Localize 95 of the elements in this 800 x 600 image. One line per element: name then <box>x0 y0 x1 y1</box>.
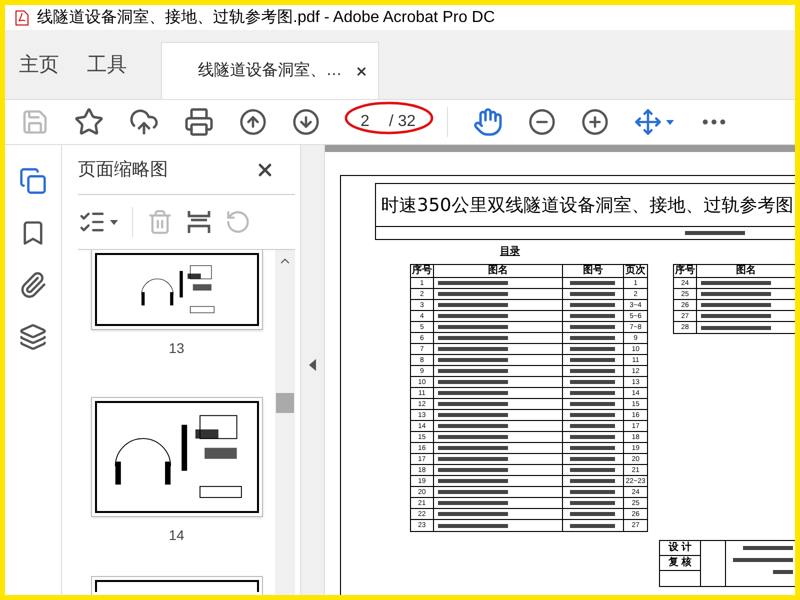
blurred-text <box>438 391 508 395</box>
pdf-file-icon <box>15 10 29 26</box>
blurred-text <box>570 347 616 351</box>
blurred-text <box>438 303 508 307</box>
window-title: 线隧道设备洞室、接地、过轨参考图.pdf - Adobe Acrobat Pro DC <box>37 8 495 28</box>
blurred-text <box>570 380 616 384</box>
hand-icon[interactable] <box>472 107 503 137</box>
close-icon[interactable] <box>355 64 368 78</box>
blurred-text <box>570 468 616 472</box>
page-label: 14 <box>168 526 184 545</box>
blurred-text <box>685 231 745 235</box>
fit-page-dropdown[interactable] <box>634 108 674 136</box>
blurred-text <box>570 512 616 516</box>
blurred-text <box>570 457 616 461</box>
blurred-text <box>438 292 508 296</box>
page-thumbnail[interactable] <box>90 397 262 517</box>
blurred-text <box>570 413 616 417</box>
blurred-text <box>570 336 616 340</box>
blurred-text <box>438 413 508 417</box>
blurred-text <box>438 358 508 362</box>
blurred-text <box>570 402 616 406</box>
column-header: 序号 <box>411 265 433 277</box>
blurred-text <box>438 402 508 406</box>
blurred-text <box>438 369 508 373</box>
nav-tab[interactable]: 工具 <box>73 30 141 99</box>
blurred-text <box>570 435 616 439</box>
attachments-icon[interactable] <box>19 271 47 299</box>
blurred-text <box>438 435 508 439</box>
blurred-text <box>570 303 616 307</box>
blurred-text <box>570 391 616 395</box>
collapse-arrow-icon[interactable] <box>309 359 316 371</box>
column-header: 序号 <box>674 265 696 277</box>
blurred-text <box>701 303 771 307</box>
arrow-up-icon[interactable] <box>239 108 267 136</box>
blurred-text <box>733 558 793 562</box>
blurred-text <box>438 446 508 450</box>
blurred-text <box>570 479 616 483</box>
blurred-text <box>438 490 508 494</box>
blurred-text <box>570 424 616 428</box>
blurred-text <box>438 325 508 329</box>
blurred-text <box>570 314 616 318</box>
blurred-text <box>438 512 508 516</box>
cloud-upload-icon[interactable] <box>129 107 159 137</box>
blurred-text <box>570 524 616 528</box>
star-icon[interactable] <box>74 107 104 137</box>
document-tab[interactable]: 线隧道设备洞室、… <box>161 42 379 99</box>
column-header: 图名 <box>432 265 562 277</box>
nav-tab[interactable]: 主页 <box>5 30 73 99</box>
arrow-down-icon[interactable] <box>292 108 320 136</box>
blurred-text <box>570 358 616 362</box>
blurred-text <box>438 457 508 461</box>
signoff-label: 复 核 <box>660 556 700 571</box>
blurred-text <box>743 546 793 550</box>
zoom-in-icon[interactable] <box>580 108 609 136</box>
blurred-text <box>438 281 508 285</box>
column-header: 页次 <box>623 265 647 277</box>
blurred-text <box>438 468 508 472</box>
blurred-text <box>570 501 616 505</box>
blurred-text <box>701 314 771 318</box>
column-header: 图号 <box>562 265 624 277</box>
scrollbar-thumb[interactable] <box>276 393 294 413</box>
page-label: 13 <box>168 339 184 358</box>
section-heading: 目录 <box>500 244 520 259</box>
blurred-text <box>570 292 616 296</box>
blurred-text <box>438 336 508 340</box>
pages-icon[interactable] <box>19 167 47 195</box>
zoom-out-icon[interactable] <box>528 108 556 136</box>
blurred-text <box>570 369 616 373</box>
blurred-text <box>438 314 508 318</box>
blurred-text <box>570 325 616 329</box>
blurred-text <box>438 424 508 428</box>
panel-title: 页面缩略图 <box>78 158 168 181</box>
blurred-text <box>701 292 771 296</box>
blurred-text <box>438 524 508 528</box>
blurred-text <box>570 446 616 450</box>
blurred-text <box>773 570 793 574</box>
signoff-label: 设 计 <box>660 541 700 556</box>
page-thumbnail[interactable] <box>90 250 262 330</box>
drawing-title: 时速350公里双线隧道设备洞室、接地、过轨参考图 <box>381 194 794 218</box>
blurred-text <box>570 281 616 285</box>
blurred-text <box>438 479 508 483</box>
blurred-text <box>701 281 771 285</box>
layers-icon[interactable] <box>19 323 47 351</box>
blurred-text <box>438 380 508 384</box>
page-count: / 32 <box>389 112 416 132</box>
column-header: 图名 <box>696 265 795 277</box>
page-number-field[interactable]: 2 <box>353 110 377 134</box>
blurred-text <box>570 490 616 494</box>
print-icon[interactable] <box>184 107 214 137</box>
insert-page-icon[interactable] <box>187 209 211 235</box>
blurred-text <box>438 501 508 505</box>
blurred-text <box>701 326 771 330</box>
scrollbar[interactable] <box>275 250 295 595</box>
page-thumbnail[interactable] <box>90 576 262 595</box>
blurred-text <box>438 347 508 351</box>
